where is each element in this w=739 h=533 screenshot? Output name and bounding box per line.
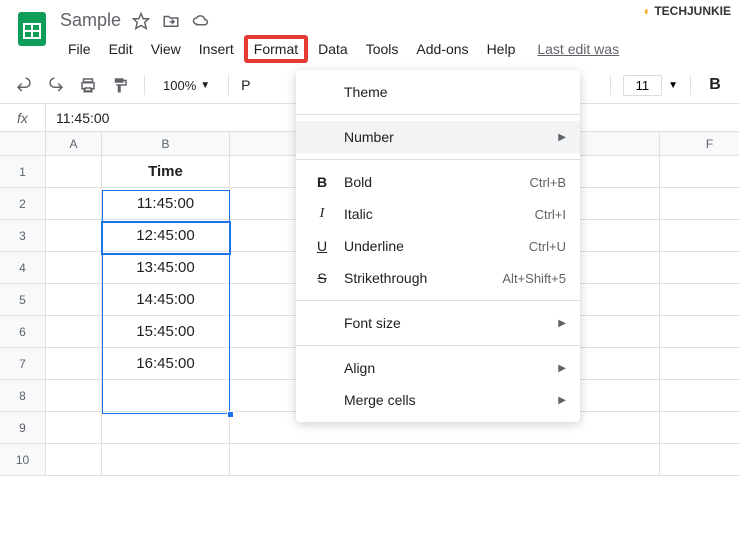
- cell[interactable]: [660, 252, 739, 284]
- submenu-arrow-icon: ▶: [558, 318, 566, 329]
- cell[interactable]: [660, 188, 739, 220]
- bold-icon: B: [310, 174, 334, 190]
- submenu-arrow-icon: ▶: [558, 395, 566, 406]
- cell[interactable]: [660, 220, 739, 252]
- print-button[interactable]: [76, 73, 100, 97]
- format-as-label[interactable]: P: [241, 77, 250, 93]
- cell[interactable]: [660, 380, 739, 412]
- row-header[interactable]: 8: [0, 380, 46, 412]
- fontsize-select[interactable]: 11▼: [623, 75, 678, 96]
- menu-item-underline[interactable]: UUnderlineCtrl+U: [296, 230, 580, 262]
- separator: [610, 75, 611, 95]
- header: Sample File Edit View Insert Format Data…: [0, 0, 739, 63]
- menu-bar: File Edit View Insert Format Data Tools …: [60, 35, 619, 63]
- menu-item-bold[interactable]: BBoldCtrl+B: [296, 166, 580, 198]
- cell[interactable]: [660, 284, 739, 316]
- menu-item-theme[interactable]: Theme: [296, 76, 580, 108]
- menu-addons[interactable]: Add-ons: [408, 37, 476, 61]
- underline-icon: U: [310, 238, 334, 254]
- last-edit-link[interactable]: Last edit was: [537, 41, 619, 57]
- watermark: ◐ TECHJUNKIE: [644, 4, 731, 18]
- row-header[interactable]: 5: [0, 284, 46, 316]
- submenu-arrow-icon: ▶: [558, 363, 566, 374]
- strikethrough-icon: S: [310, 270, 334, 286]
- doc-title[interactable]: Sample: [60, 10, 121, 31]
- cell[interactable]: [102, 444, 230, 476]
- cell[interactable]: [46, 252, 102, 284]
- paint-format-button[interactable]: [108, 73, 132, 97]
- cell[interactable]: [46, 316, 102, 348]
- menu-item-italic[interactable]: IItalicCtrl+I: [296, 198, 580, 230]
- row-header[interactable]: 7: [0, 348, 46, 380]
- menu-view[interactable]: View: [143, 37, 189, 61]
- separator: [296, 345, 580, 346]
- menu-item-strikethrough[interactable]: SStrikethroughAlt+Shift+5: [296, 262, 580, 294]
- row-header[interactable]: 3: [0, 220, 46, 252]
- cell[interactable]: 13:45:00: [102, 252, 230, 284]
- redo-button[interactable]: [44, 73, 68, 97]
- bold-button[interactable]: B: [703, 73, 727, 97]
- format-menu-dropdown: Theme Number▶ BBoldCtrl+B IItalicCtrl+I …: [296, 70, 580, 422]
- cell[interactable]: [46, 220, 102, 252]
- cell[interactable]: [660, 348, 739, 380]
- separator: [690, 75, 691, 95]
- cell[interactable]: 15:45:00: [102, 316, 230, 348]
- row-header[interactable]: 4: [0, 252, 46, 284]
- row-header[interactable]: 1: [0, 156, 46, 188]
- submenu-arrow-icon: ▶: [558, 132, 566, 143]
- row-header[interactable]: 9: [0, 412, 46, 444]
- select-all-corner[interactable]: [0, 132, 46, 156]
- separator: [144, 75, 145, 95]
- cell[interactable]: [102, 412, 230, 444]
- menu-data[interactable]: Data: [310, 37, 356, 61]
- separator: [296, 114, 580, 115]
- cell[interactable]: [46, 348, 102, 380]
- cell[interactable]: [46, 412, 102, 444]
- col-header[interactable]: B: [102, 132, 230, 156]
- menu-help[interactable]: Help: [479, 37, 524, 61]
- move-folder-icon[interactable]: [161, 11, 181, 31]
- cell[interactable]: [660, 156, 739, 188]
- cell[interactable]: [46, 444, 102, 476]
- cell[interactable]: [660, 412, 739, 444]
- separator: [296, 300, 580, 301]
- sheets-logo[interactable]: [12, 8, 52, 48]
- menu-item-number[interactable]: Number▶: [296, 121, 580, 153]
- row-header[interactable]: 2: [0, 188, 46, 220]
- separator: [228, 75, 229, 95]
- cell[interactable]: [660, 316, 739, 348]
- cell[interactable]: [46, 188, 102, 220]
- menu-item-fontsize[interactable]: Font size▶: [296, 307, 580, 339]
- cell[interactable]: 16:45:00: [102, 348, 230, 380]
- fx-label: fx: [0, 104, 46, 131]
- menu-file[interactable]: File: [60, 37, 99, 61]
- cloud-status-icon[interactable]: [191, 11, 211, 31]
- undo-button[interactable]: [12, 73, 36, 97]
- cell[interactable]: 14:45:00: [102, 284, 230, 316]
- cell[interactable]: [230, 444, 660, 476]
- cell[interactable]: [46, 284, 102, 316]
- menu-format[interactable]: Format: [244, 35, 308, 63]
- star-icon[interactable]: [131, 11, 151, 31]
- zoom-select[interactable]: 100% ▼: [157, 78, 216, 93]
- col-header[interactable]: A: [46, 132, 102, 156]
- cell[interactable]: [46, 156, 102, 188]
- menu-item-merge[interactable]: Merge cells▶: [296, 384, 580, 416]
- menu-edit[interactable]: Edit: [101, 37, 141, 61]
- cell[interactable]: Time: [102, 156, 230, 188]
- menu-item-align[interactable]: Align▶: [296, 352, 580, 384]
- cell[interactable]: 12:45:00: [102, 220, 230, 252]
- italic-icon: I: [310, 206, 334, 222]
- cell[interactable]: [46, 380, 102, 412]
- cell[interactable]: 11:45:00: [102, 188, 230, 220]
- menu-insert[interactable]: Insert: [191, 37, 242, 61]
- col-header[interactable]: F: [660, 132, 739, 156]
- cell[interactable]: [102, 380, 230, 412]
- separator: [296, 159, 580, 160]
- menu-tools[interactable]: Tools: [358, 37, 407, 61]
- row-header[interactable]: 10: [0, 444, 46, 476]
- row-header[interactable]: 6: [0, 316, 46, 348]
- cell[interactable]: [660, 444, 739, 476]
